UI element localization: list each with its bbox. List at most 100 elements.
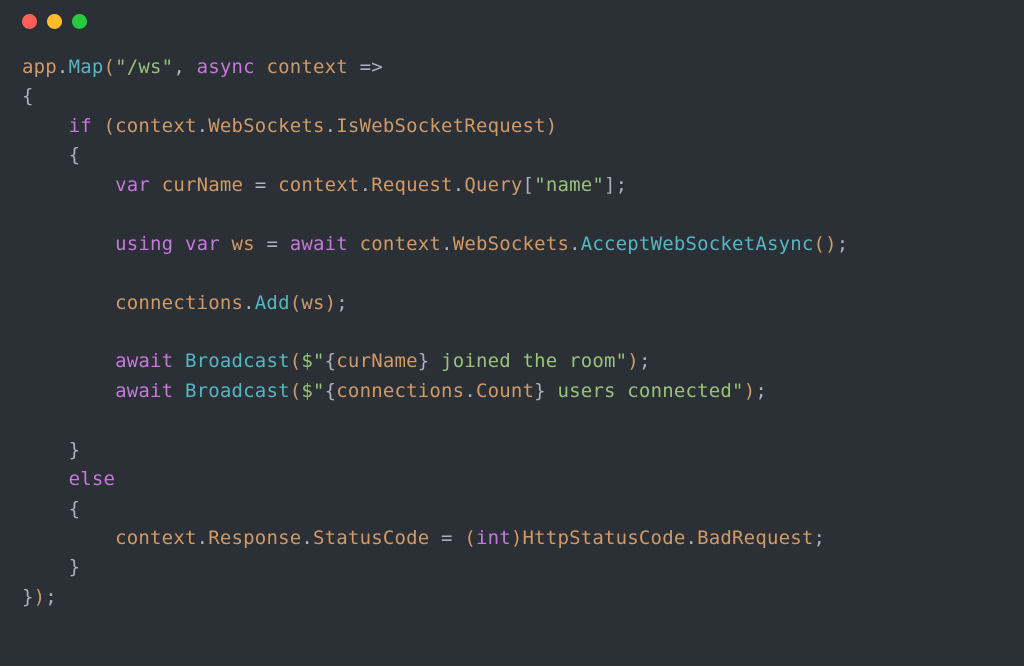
code-token: = [243, 174, 278, 196]
code-token: ( [290, 380, 302, 402]
code-token: $ [301, 380, 313, 402]
code-token: = [255, 233, 290, 255]
code-token: = [429, 527, 464, 549]
code-token: . [360, 174, 372, 196]
code-token: ws [301, 292, 324, 314]
code-token: { [69, 498, 81, 520]
code-token: ( [814, 233, 826, 255]
code-token: Broadcast [185, 350, 290, 372]
code-token: Query [464, 174, 522, 196]
code-token: ] [604, 174, 616, 196]
code-token [173, 380, 185, 402]
code-token: if [69, 115, 92, 137]
code-token: using [115, 233, 173, 255]
code-token: { [22, 85, 34, 107]
code-token: . [464, 380, 476, 402]
code-token [22, 380, 115, 402]
code-token: { [325, 350, 337, 372]
code-token: context [115, 115, 196, 137]
code-token: ) [825, 233, 837, 255]
code-token: . [441, 233, 453, 255]
code-token: Add [255, 292, 290, 314]
code-token: app [22, 56, 57, 78]
code-token: WebSockets [453, 233, 569, 255]
code-token: ( [290, 350, 302, 372]
code-token: , [173, 56, 196, 78]
code-token: curName [162, 174, 243, 196]
code-token: } [534, 380, 546, 402]
code-token: } [418, 350, 430, 372]
code-token: { [69, 144, 81, 166]
code-token: context [115, 527, 196, 549]
code-token [22, 350, 115, 372]
code-token: } [69, 556, 81, 578]
code-token: IsWebSocketRequest [336, 115, 546, 137]
code-token: ( [103, 115, 115, 137]
code-token: "name" [534, 174, 604, 196]
code-token: joined the room [429, 350, 615, 372]
maximize-icon[interactable] [72, 14, 87, 29]
code-token: context [266, 56, 347, 78]
code-token: BadRequest [697, 527, 813, 549]
code-token: var [115, 174, 150, 196]
code-token: users connected [546, 380, 732, 402]
code-token [255, 56, 267, 78]
code-token [22, 527, 115, 549]
code-token [22, 468, 69, 490]
code-token: else [69, 468, 116, 490]
code-token: ; [755, 380, 767, 402]
code-token: ws [232, 233, 255, 255]
code-token: " [616, 350, 628, 372]
code-snippet: app.Map("/ws", async context => { if (co… [0, 53, 1024, 612]
code-token: => [348, 56, 383, 78]
code-token [22, 144, 69, 166]
code-token: ( [464, 527, 476, 549]
code-token: connections [336, 380, 464, 402]
code-token: ; [616, 174, 628, 196]
window-traffic-lights [0, 14, 1024, 53]
code-token: Request [371, 174, 452, 196]
code-token: } [69, 439, 81, 461]
code-token: . [569, 233, 581, 255]
code-token: ; [837, 233, 849, 255]
code-token [150, 174, 162, 196]
code-token [220, 233, 232, 255]
code-token: curName [336, 350, 417, 372]
code-token [22, 498, 69, 520]
code-token: } [22, 586, 34, 608]
code-token [22, 556, 69, 578]
code-token: Count [476, 380, 534, 402]
code-token: context [278, 174, 359, 196]
minimize-icon[interactable] [47, 14, 62, 29]
code-token: ( [103, 56, 115, 78]
code-token [173, 350, 185, 372]
code-token: . [685, 527, 697, 549]
code-token: ; [336, 292, 348, 314]
code-token: . [325, 115, 337, 137]
code-token: var [185, 233, 220, 255]
code-token: WebSockets [208, 115, 324, 137]
code-window: app.Map("/ws", async context => { if (co… [0, 0, 1024, 666]
code-token: " [732, 380, 744, 402]
code-token: await [115, 350, 173, 372]
code-token: "/ws" [115, 56, 173, 78]
code-token: connections [115, 292, 243, 314]
code-token: . [197, 527, 209, 549]
code-token: Broadcast [185, 380, 290, 402]
code-token: int [476, 527, 511, 549]
code-token [348, 233, 360, 255]
code-token [173, 233, 185, 255]
code-token: ) [34, 586, 46, 608]
code-token: context [360, 233, 441, 255]
code-token: ) [511, 527, 523, 549]
code-token: { [325, 380, 337, 402]
code-token: . [57, 56, 69, 78]
code-token [22, 174, 115, 196]
code-token: $ [301, 350, 313, 372]
code-token: ; [45, 586, 57, 608]
code-token: await [115, 380, 173, 402]
close-icon[interactable] [22, 14, 37, 29]
code-token: ) [627, 350, 639, 372]
code-token [22, 233, 115, 255]
code-token: . [197, 115, 209, 137]
